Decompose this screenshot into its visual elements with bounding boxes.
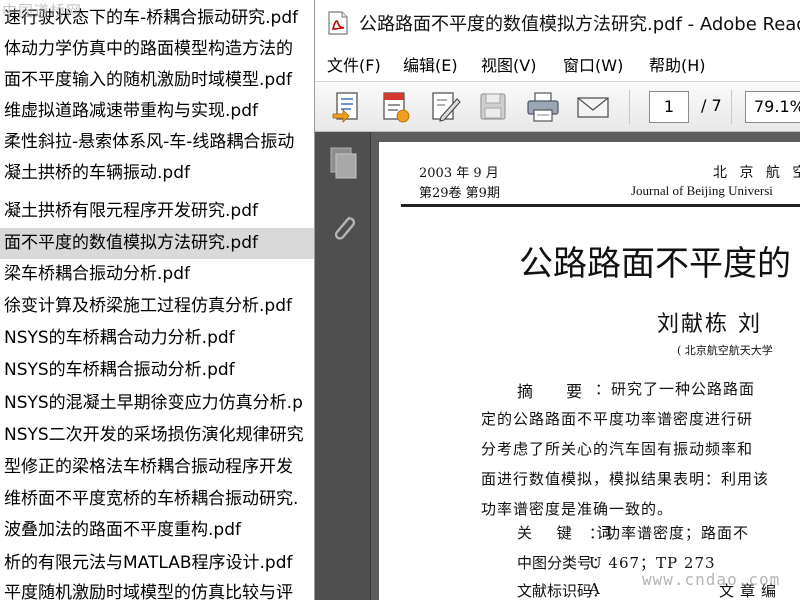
save-button[interactable] (475, 90, 511, 124)
abstract-line: 分考虑了所关心的汽车固有振动频率和 (481, 440, 754, 458)
header-rule (401, 204, 800, 207)
create-pdf-icon (332, 92, 358, 123)
file-list-item[interactable]: 体动力学仿真中的路面模型构造方法的 (0, 34, 314, 65)
window-title: 公路路面不平度的数值模拟方法研究.pdf - Adobe Reader (359, 14, 800, 35)
zoom-level-input[interactable]: 79.1% (745, 91, 800, 123)
journal-name-chinese: 北 京 航 空 (713, 165, 800, 181)
file-list-item[interactable]: NSYS的混凝土早期徐变应力仿真分析.p (0, 388, 314, 419)
paper-authors: 刘献栋 刘 (657, 312, 762, 337)
email-envelope-icon (577, 97, 609, 118)
journal-volume: 第29卷 第9期 (419, 186, 500, 201)
toolbar-separator (629, 90, 630, 124)
file-list-item[interactable]: NSYS的车桥耦合振动分析.pdf (0, 355, 314, 386)
file-list-item[interactable]: 梁车桥耦合振动分析.pdf (0, 259, 314, 290)
file-list-item[interactable]: 维桥面不平度宽桥的车桥耦合振动研究. (0, 484, 314, 515)
file-list-item-selected[interactable]: 面不平度的数值模拟方法研究.pdf (0, 228, 314, 259)
printer-icon (527, 92, 559, 122)
document-page: 2003 年 9 月 第29卷 第9期 北 京 航 空 Journal of B… (379, 142, 800, 600)
file-list-item[interactable]: 徐变计算及桥梁施工过程仿真分析.pdf (0, 291, 314, 322)
file-list-item[interactable]: 凝土拱桥的车辆振动.pdf (0, 158, 314, 189)
journal-date: 2003 年 9 月 (419, 166, 499, 181)
edit-pen-icon (432, 92, 461, 122)
file-list-item[interactable]: 面不平度输入的随机激励时域模型.pdf (0, 65, 314, 96)
attachments-paperclip-icon[interactable] (327, 210, 359, 246)
abstract-label: 摘 要 (517, 382, 597, 401)
page-total-label: / 7 (701, 96, 722, 115)
file-list-item[interactable]: NSYS二次开发的采场损伤演化规律研究 (0, 420, 314, 451)
abstract-line: 面进行数值模拟，模拟结果表明：利用该 (481, 470, 770, 488)
document-viewer[interactable]: 2003 年 9 月 第29卷 第9期 北 京 航 空 Journal of B… (371, 132, 800, 600)
print-button[interactable] (525, 90, 561, 124)
watermark-url: www.cndao.com (642, 570, 781, 589)
adobe-reader-window: 公路路面不平度的数值模拟方法研究.pdf - Adobe Reader 文件(F… (314, 0, 800, 600)
toolbar-separator (731, 90, 732, 124)
abstract-line: 功率谱密度是准确一致的。 (481, 500, 674, 518)
convert-pdf-button[interactable] (377, 90, 413, 124)
abstract-line: 定的公路路面不平度功率谱密度进行研 (481, 410, 754, 428)
toolbar: 1 / 7 79.1% (315, 82, 800, 132)
create-pdf-button[interactable] (329, 90, 365, 124)
save-disk-icon (480, 93, 506, 120)
file-list-item[interactable]: 波叠加法的路面不平度重构.pdf (0, 515, 314, 546)
page-number-input[interactable]: 1 (649, 91, 689, 123)
watermark-text: 中国道桥网 (2, 2, 83, 20)
title-bar[interactable]: 公路路面不平度的数值模拟方法研究.pdf - Adobe Reader (315, 0, 800, 44)
journal-name-english: Journal of Beijing Universi (631, 183, 773, 198)
menu-bar: 文件(F) 编辑(E) 视图(V) 窗口(W) 帮助(H) (315, 44, 800, 82)
abstract-line: ：研究了一种公路路面 (595, 380, 756, 398)
convert-pdf-icon (383, 92, 410, 123)
document-code-value: A (589, 580, 601, 598)
email-button[interactable] (575, 90, 611, 124)
navigation-pane (315, 132, 371, 600)
file-list-item[interactable]: 维虚拟道路减速带重构与实现.pdf (0, 96, 314, 127)
menu-file[interactable]: 文件(F) (327, 52, 381, 76)
keywords-text: ：功率谱密度；路面不 (589, 524, 750, 542)
menu-view[interactable]: 视图(V) (481, 52, 536, 76)
file-list-item[interactable]: 柔性斜拉-悬索体系风-车-线路耦合振动 (0, 127, 314, 158)
menu-help[interactable]: 帮助(H) (649, 52, 706, 76)
file-list-item[interactable]: 型修正的梁格法车桥耦合振动程序开发 (0, 452, 314, 483)
page-thumbnails-icon[interactable] (327, 146, 359, 182)
file-list-item[interactable]: 凝土拱桥有限元程序开发研究.pdf (0, 196, 314, 227)
file-list-item[interactable]: 析的有限元法与MATLAB程序设计.pdf (0, 548, 314, 579)
menu-window[interactable]: 窗口(W) (563, 52, 623, 76)
file-list-item[interactable]: 平度随机激励时域模型的仿真比较与评 (0, 578, 314, 600)
sign-document-button[interactable] (427, 90, 463, 124)
paper-title: 公路路面不平度的 (519, 244, 791, 284)
paper-affiliation: ( 北京航空航天大学 (677, 344, 773, 357)
file-list: 速行驶状态下的车-桥耦合振动研究.pdf 体动力学仿真中的路面模型构造方法的 面… (0, 0, 314, 600)
pdf-file-icon (328, 11, 348, 35)
menu-edit[interactable]: 编辑(E) (403, 52, 458, 76)
file-list-item[interactable]: NSYS的车桥耦合动力分析.pdf (0, 323, 314, 354)
